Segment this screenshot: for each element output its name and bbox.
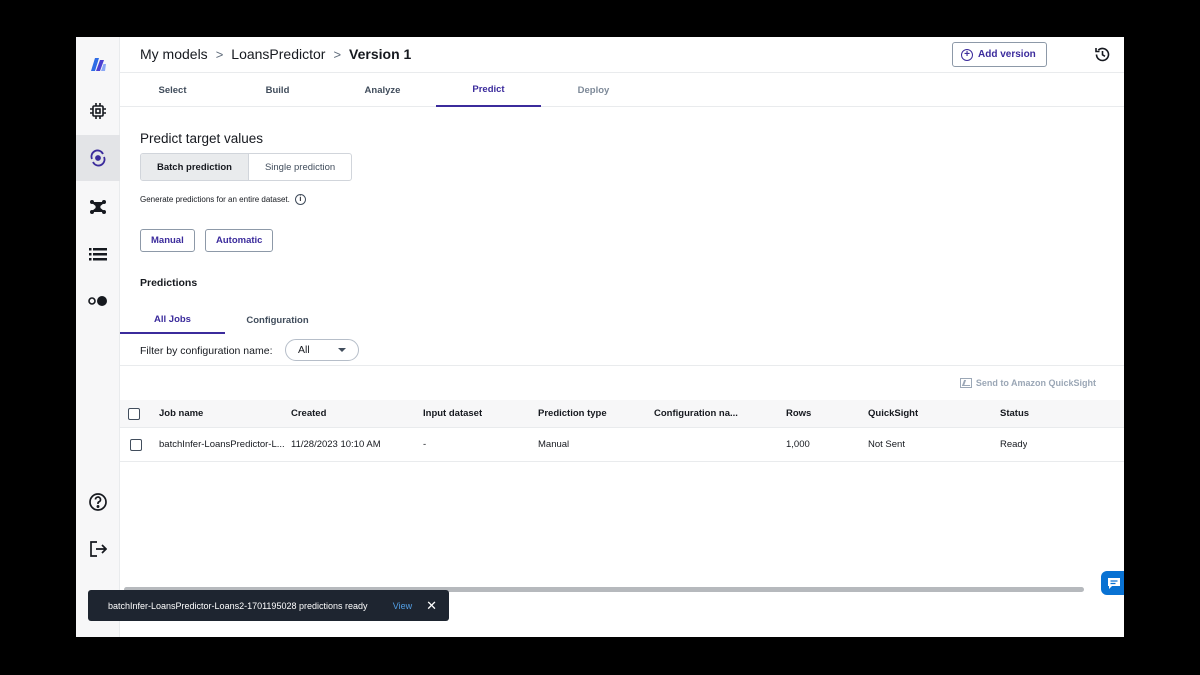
table-header: Job name Created Input dataset Predictio… — [120, 400, 1124, 428]
add-version-button[interactable]: + Add version — [952, 42, 1047, 67]
predict-title: Predict target values — [140, 131, 264, 146]
feedback-chat-button[interactable] — [1101, 571, 1124, 595]
breadcrumb-current: Version 1 — [349, 46, 412, 62]
breadcrumb: My models > LoansPredictor > Version 1 — [140, 46, 411, 62]
select-all-checkbox[interactable] — [128, 407, 140, 420]
model-cycle-icon — [90, 149, 106, 167]
filter-selected-value: All — [298, 344, 310, 356]
col-created[interactable]: Created — [291, 400, 326, 427]
info-icon[interactable]: i — [294, 194, 306, 205]
canvas-logo-icon — [91, 58, 106, 71]
sidebar-item-models[interactable] — [76, 88, 120, 134]
toast-view-link[interactable]: View — [393, 601, 412, 611]
sidebar-item-toggle[interactable] — [76, 278, 120, 324]
single-prediction-segment[interactable]: Single prediction — [249, 154, 351, 180]
cell-rows: 1,000 — [786, 439, 810, 450]
predictions-tabs: All Jobs Configuration — [120, 307, 330, 334]
col-job-name[interactable]: Job name — [159, 400, 203, 427]
col-prediction-type[interactable]: Prediction type — [538, 400, 607, 427]
cell-created: 11/28/2023 10:10 AM — [291, 439, 381, 450]
sidebar-item-help[interactable] — [76, 479, 120, 525]
breadcrumb-separator: > — [215, 46, 224, 62]
breadcrumb-my-models[interactable]: My models — [140, 46, 208, 62]
tab-select[interactable]: Select — [120, 74, 225, 107]
logo[interactable] — [76, 41, 120, 87]
tab-deploy[interactable]: Deploy — [541, 74, 646, 107]
list-icon — [89, 248, 107, 261]
prediction-ready-toast: batchInfer-LoansPredictor-Loans2-1701195… — [88, 590, 449, 621]
send-to-quicksight-button[interactable]: Send to Amazon QuickSight — [959, 378, 1096, 388]
sidebar-item-pipelines[interactable] — [76, 184, 120, 230]
table-row[interactable]: batchInfer-LoansPredictor-L... 11/28/202… — [120, 428, 1124, 462]
col-quicksight[interactable]: QuickSight — [868, 400, 918, 427]
sidebar-item-my-models[interactable] — [76, 135, 120, 181]
toast-message: batchInfer-LoansPredictor-Loans2-1701195… — [108, 600, 368, 611]
tab-predict[interactable]: Predict — [436, 74, 541, 107]
close-icon[interactable]: ✕ — [426, 598, 437, 614]
col-status[interactable]: Status — [1000, 400, 1029, 427]
col-input-dataset[interactable]: Input dataset — [423, 400, 482, 427]
tab-configuration[interactable]: Configuration — [225, 307, 330, 334]
version-history-button[interactable] — [1094, 46, 1111, 68]
breadcrumb-separator: > — [333, 46, 342, 62]
chat-bubble-icon — [1108, 577, 1120, 589]
prediction-type-segmented-control: Batch prediction Single prediction — [140, 153, 353, 181]
cell-status: Ready — [1000, 439, 1028, 450]
cell-prediction-type: Manual — [538, 439, 570, 450]
batch-prediction-segment[interactable]: Batch prediction — [141, 154, 249, 180]
sidebar-item-logout[interactable] — [76, 526, 120, 572]
configuration-filter-select[interactable]: All — [285, 339, 359, 361]
tab-analyze[interactable]: Analyze — [330, 74, 435, 107]
breadcrumb-loans-predictor[interactable]: LoansPredictor — [231, 46, 325, 62]
jobs-table: Send to Amazon QuickSight Job name Creat… — [120, 365, 1124, 621]
cell-job-name: batchInfer-LoansPredictor-L... — [159, 439, 285, 450]
workflow-tabs: Select Build Analyze Predict Deploy — [120, 74, 1124, 107]
chip-icon — [90, 103, 106, 119]
logout-icon — [90, 541, 107, 557]
select-all-cell — [128, 400, 140, 427]
tab-build[interactable]: Build — [225, 74, 330, 107]
app-window: My models > LoansPredictor > Version 1 +… — [76, 37, 1124, 637]
caret-down-icon — [338, 348, 346, 352]
page-header: My models > LoansPredictor > Version 1 +… — [120, 37, 1124, 73]
filter-label: Filter by configuration name: — [140, 345, 273, 357]
toggle-dots-icon — [88, 296, 107, 306]
chart-icon — [959, 378, 972, 388]
add-version-label: Add version — [978, 49, 1036, 60]
col-configuration-name[interactable]: Configuration na... — [654, 400, 738, 427]
row-checkbox-cell — [130, 428, 142, 461]
send-to-quicksight-label: Send to Amazon QuickSight — [975, 378, 1096, 388]
sidebar — [76, 37, 120, 637]
cell-input-dataset: - — [423, 439, 427, 450]
batch-hint-text: Generate predictions for an entire datas… — [140, 195, 290, 204]
row-checkbox[interactable] — [130, 438, 142, 451]
automatic-button[interactable]: Automatic — [205, 229, 274, 252]
manual-button[interactable]: Manual — [140, 229, 195, 252]
history-icon — [1095, 47, 1110, 62]
col-rows[interactable]: Rows — [786, 400, 811, 427]
add-circle-icon: + — [961, 48, 973, 61]
tab-all-jobs[interactable]: All Jobs — [120, 307, 225, 334]
sidebar-item-datasets[interactable] — [76, 231, 120, 277]
network-icon — [90, 200, 106, 214]
help-icon — [89, 493, 107, 511]
cell-quicksight: Not Sent — [868, 439, 905, 450]
batch-hint: Generate predictions for an entire datas… — [140, 194, 306, 205]
predictions-heading: Predictions — [140, 277, 198, 289]
